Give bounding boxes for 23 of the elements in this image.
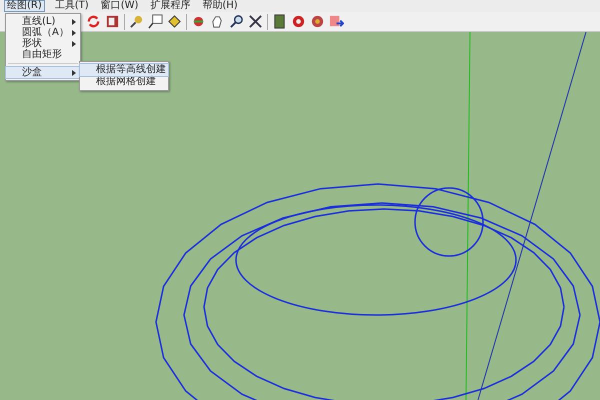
menu-item[interactable]: 沙盒 <box>6 67 80 78</box>
menu-item-label: 圆弧（A） <box>22 27 69 38</box>
contour-circle <box>414 187 484 257</box>
export-icon[interactable] <box>329 14 344 29</box>
framed-square-icon[interactable] <box>105 14 120 29</box>
tape-measure-icon[interactable] <box>129 14 144 29</box>
menu-item[interactable]: 形状 <box>6 38 80 49</box>
menu-item-label: 形状 <box>22 38 42 49</box>
menu-item[interactable]: 直线(L) <box>6 16 80 27</box>
menu-item-label: 直线(L) <box>22 16 56 27</box>
menu-bar-item[interactable]: 工具(T) <box>52 0 91 12</box>
zoom-icon[interactable] <box>229 14 244 29</box>
menu-bar-item[interactable]: 帮助(H) <box>200 0 240 12</box>
menu-item[interactable]: 根据等高线创建 <box>80 64 168 76</box>
menu-item-label: 自由矩形 <box>22 49 62 60</box>
text-label-icon[interactable] <box>148 14 163 29</box>
menu-item-label: 沙盒 <box>22 67 42 78</box>
menu-item[interactable]: 圆弧（A） <box>6 27 80 38</box>
menu-item[interactable]: 自由矩形 <box>6 49 80 60</box>
book-icon[interactable] <box>272 14 287 29</box>
refresh-icon[interactable] <box>86 14 101 29</box>
zoom-extents-icon[interactable] <box>248 14 263 29</box>
menu-bar-item[interactable]: 绘图(R) <box>4 0 45 12</box>
